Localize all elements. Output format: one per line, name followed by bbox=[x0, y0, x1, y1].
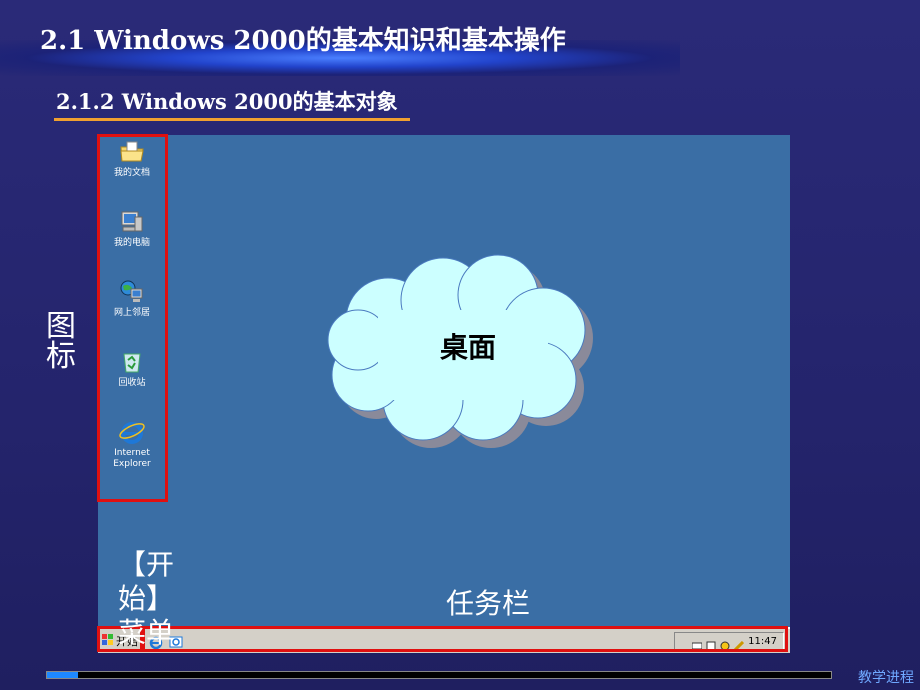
desktop-screenshot: 我的文档 我的电脑 网上邻居 回收站 Internet Explorer 桌面 … bbox=[98, 135, 790, 653]
icons-highlight-frame bbox=[97, 134, 168, 502]
subtitle-underline bbox=[54, 118, 410, 121]
taskbar-highlight-frame bbox=[142, 626, 788, 652]
icons-annotation-label: 图标 bbox=[46, 309, 76, 374]
start-menu-annotation-label: 【开始】 菜单 bbox=[117, 548, 174, 649]
lesson-progress-fill bbox=[47, 672, 79, 678]
teaching-progress-link[interactable]: 教学进程 bbox=[858, 667, 914, 687]
slide-title: 2.1 Windows 2000的基本知识和基本操作 bbox=[40, 26, 566, 56]
taskbar-annotation-label: 任务栏 bbox=[446, 587, 531, 620]
slide-subtitle: 2.1.2 Windows 2000的基本对象 bbox=[56, 89, 398, 114]
desktop-callout-cloud: 桌面 bbox=[318, 250, 608, 450]
desktop-callout-text: 桌面 bbox=[439, 331, 496, 364]
lesson-progress-bar bbox=[46, 671, 832, 679]
